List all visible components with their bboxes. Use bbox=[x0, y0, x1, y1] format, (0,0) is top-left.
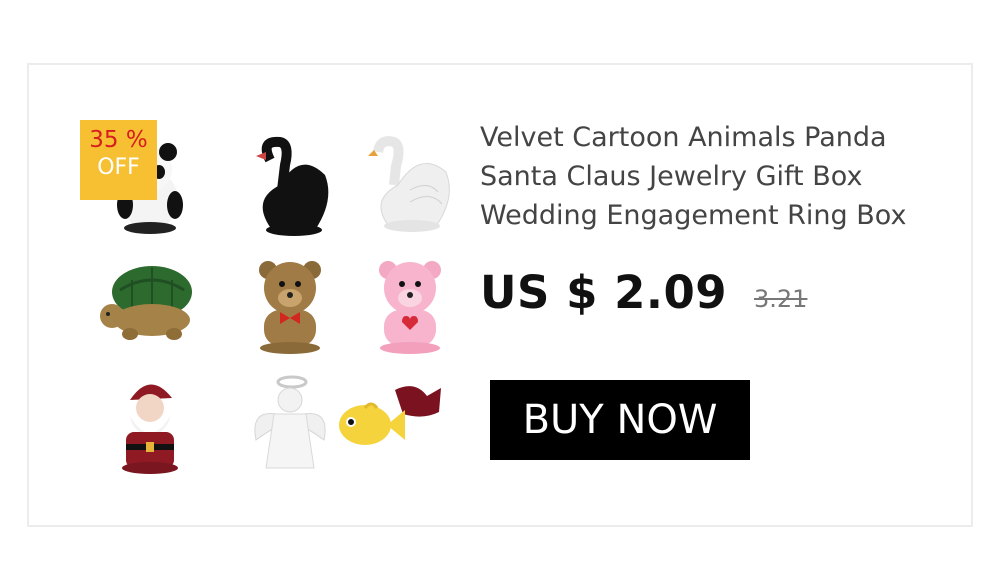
black-swan-box-icon[interactable] bbox=[230, 130, 350, 240]
buy-now-button[interactable]: BUY NOW bbox=[490, 380, 750, 460]
discount-percent: 35 % bbox=[89, 127, 148, 153]
discount-off-label: OFF bbox=[97, 155, 140, 180]
current-price: US $ 2.09 bbox=[480, 266, 728, 319]
fish-box-icon[interactable] bbox=[325, 370, 445, 480]
discount-badge: 35 % OFF bbox=[80, 120, 157, 200]
brown-bear-box-icon[interactable] bbox=[230, 250, 350, 360]
original-price: 3.21 bbox=[754, 285, 808, 313]
product-title[interactable]: Velvet Cartoon Animals Panda Santa Claus… bbox=[480, 118, 950, 235]
santa-box-icon[interactable] bbox=[90, 370, 210, 480]
white-swan-box-icon[interactable] bbox=[350, 130, 470, 240]
turtle-box-icon[interactable] bbox=[90, 250, 210, 360]
pink-bear-box-icon[interactable] bbox=[350, 250, 470, 360]
